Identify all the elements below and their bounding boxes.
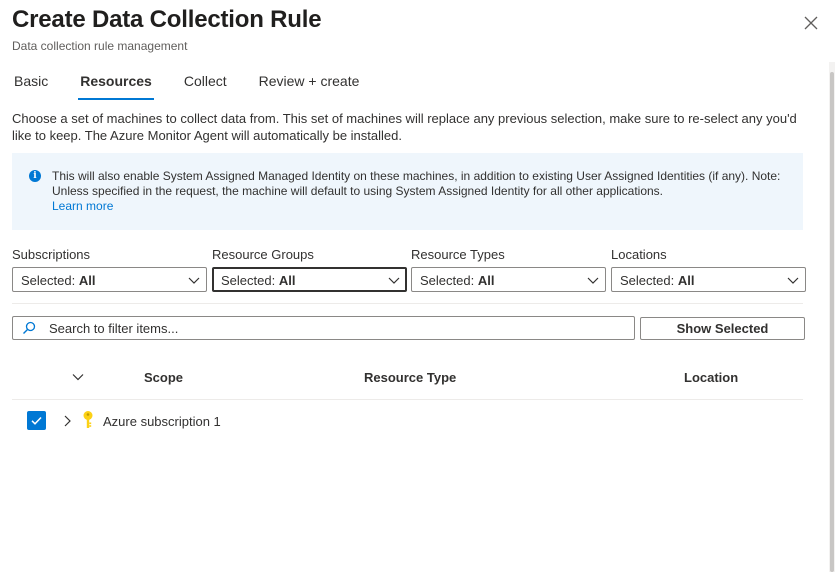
dropdown-value: All (278, 273, 296, 288)
filter-label-locations: Locations (611, 247, 667, 262)
learn-more-link[interactable]: Learn more (52, 199, 113, 213)
locations-dropdown[interactable]: Selected: All (611, 267, 806, 292)
description-text: Choose a set of machines to collect data… (12, 111, 797, 143)
dropdown-prefix: Selected: (221, 273, 279, 288)
page-subtitle: Data collection rule management (12, 39, 188, 53)
info-icon: i (29, 170, 41, 182)
dropdown-value: All (78, 273, 96, 288)
chevron-down-icon (787, 277, 799, 284)
chevron-down-icon (188, 277, 200, 284)
dropdown-value: All (677, 273, 695, 288)
tab-review-create[interactable]: Review + create (257, 68, 362, 100)
tab-resources[interactable]: Resources (78, 68, 154, 100)
search-box[interactable] (12, 316, 635, 340)
filter-label-resource-groups: Resource Groups (212, 247, 314, 262)
key-icon (83, 411, 93, 428)
resource-types-dropdown[interactable]: Selected: All (411, 267, 606, 292)
checkmark-icon (31, 416, 42, 425)
chevron-down-icon (587, 277, 599, 284)
filter-label-subscriptions: Subscriptions (12, 247, 91, 262)
close-button[interactable] (800, 12, 822, 34)
info-text: This will also enable System Assigned Ma… (52, 169, 781, 198)
resource-groups-dropdown[interactable]: Selected: All (212, 267, 407, 292)
row-scope-label: Azure subscription 1 (103, 414, 221, 429)
show-selected-button[interactable]: Show Selected (640, 317, 805, 340)
divider (12, 303, 803, 304)
table-header-divider (12, 399, 803, 400)
dropdown-prefix: Selected: (420, 273, 478, 288)
row-checkbox[interactable] (27, 411, 46, 430)
close-icon (804, 16, 818, 30)
dropdown-prefix: Selected: (21, 273, 79, 288)
column-header-resource-type[interactable]: Resource Type (364, 370, 456, 385)
chevron-down-icon (388, 277, 400, 284)
search-input[interactable] (49, 319, 619, 337)
page-title: Create Data Collection Rule (12, 6, 322, 33)
scrollbar-thumb[interactable] (830, 72, 834, 572)
tab-bar: Basic Resources Collect Review + create (12, 68, 389, 100)
column-header-location[interactable]: Location (684, 370, 738, 385)
collapse-all-chevron-icon[interactable] (70, 369, 86, 385)
filter-label-resource-types: Resource Types (411, 247, 505, 262)
tab-collect[interactable]: Collect (182, 68, 229, 100)
dropdown-value: All (477, 273, 495, 288)
subscriptions-dropdown[interactable]: Selected: All (12, 267, 207, 292)
search-icon (23, 321, 36, 334)
tab-basic[interactable]: Basic (12, 68, 50, 100)
chevron-right-icon[interactable] (61, 413, 75, 429)
column-header-scope[interactable]: Scope (144, 370, 183, 385)
info-message-bar: i This will also enable System Assigned … (12, 153, 803, 230)
dropdown-prefix: Selected: (620, 273, 678, 288)
